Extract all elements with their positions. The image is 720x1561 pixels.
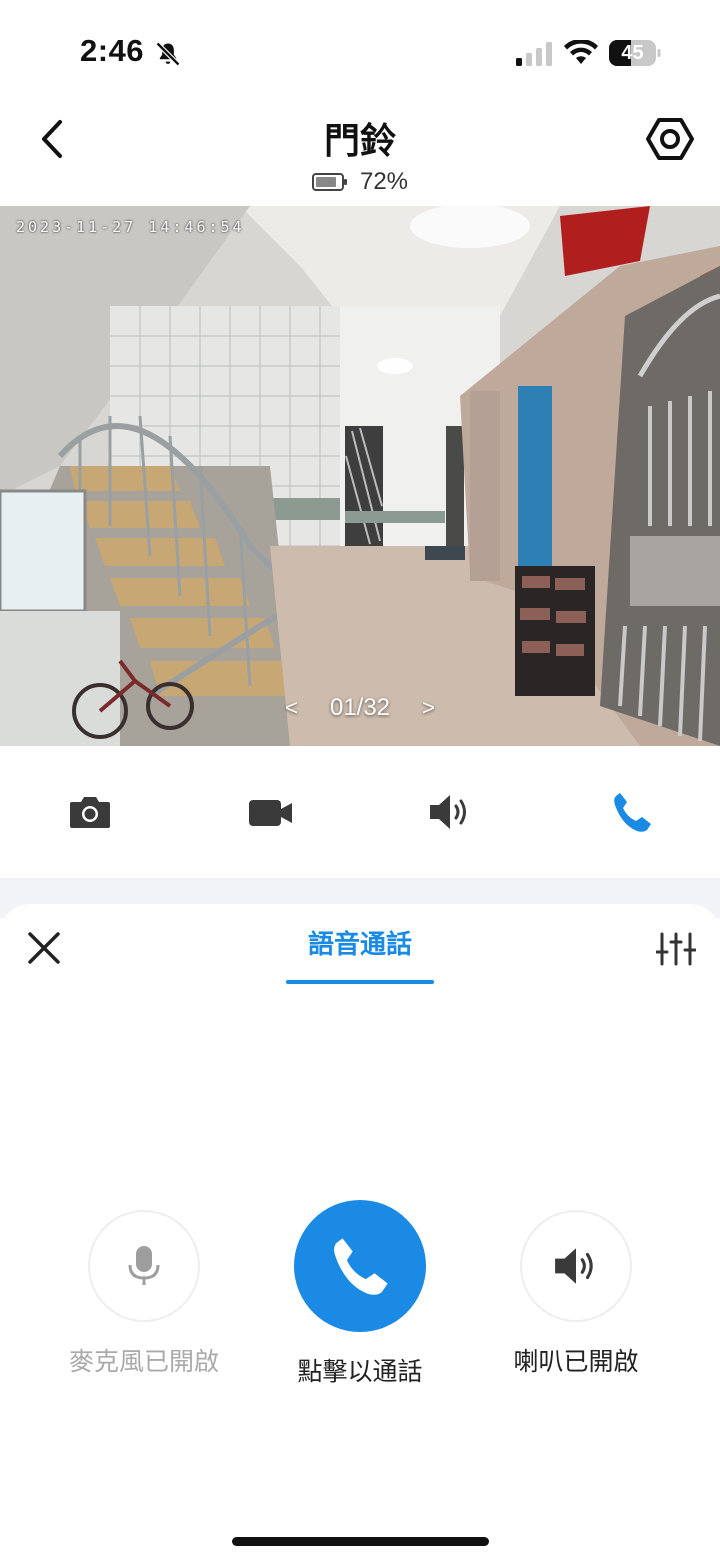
prev-clip-button[interactable]: <: [279, 695, 304, 721]
battery-level-text: 45: [621, 42, 644, 64]
talk-toggle[interactable]: 點擊以通話: [250, 1200, 470, 1388]
settings-gear-icon[interactable]: [646, 115, 694, 163]
speaker-button[interactable]: [520, 1210, 632, 1322]
microphone-icon: [128, 1246, 160, 1285]
wifi-icon: [564, 40, 598, 64]
camera-icon[interactable]: [68, 790, 112, 834]
speaker-status-label: 喇叭已開啟: [513, 1347, 639, 1376]
camera-snapshot-image: [0, 206, 720, 746]
camera-controls: [0, 746, 720, 878]
talk-button[interactable]: [294, 1200, 426, 1332]
phone-icon: [334, 1238, 388, 1295]
equalizer-icon[interactable]: [656, 930, 696, 968]
device-battery-percent: 72%: [359, 168, 409, 195]
bell-muted-icon: [155, 41, 181, 67]
clip-page-indicator: 01/32: [329, 694, 391, 721]
camera-feed[interactable]: 2023-11-27 14:46:54 < 01/32 >: [0, 206, 720, 746]
speaker-toggle[interactable]: 喇叭已開啟: [466, 1210, 686, 1378]
close-icon[interactable]: [26, 930, 62, 966]
battery-indicator: 45: [609, 40, 661, 66]
next-clip-button[interactable]: >: [416, 695, 441, 721]
page-title: 門鈴: [323, 121, 396, 162]
tab-underline: [286, 980, 434, 984]
video-icon[interactable]: [248, 790, 292, 834]
status-bar: 2:46 45: [0, 0, 720, 100]
cellular-signal-icon: [516, 42, 552, 66]
microphone-toggle[interactable]: 麥克風已開啟: [34, 1210, 254, 1378]
phone-icon[interactable]: [610, 790, 654, 834]
device-battery-icon: [311, 173, 347, 191]
speaker-icon: [555, 1248, 593, 1284]
microphone-button[interactable]: [88, 1210, 200, 1322]
talk-label: 點擊以通話: [297, 1357, 423, 1386]
camera-timestamp: 2023-11-27 14:46:54: [16, 218, 245, 236]
clip-pager: < 01/32 >: [0, 694, 720, 722]
home-indicator[interactable]: [232, 1537, 489, 1546]
voice-call-sheet: 語音通話 麥克風已開啟 點擊以通話 喇叭已開啟: [0, 904, 720, 1561]
microphone-status-label: 麥克風已開啟: [68, 1347, 219, 1376]
tab-voice-call[interactable]: 語音通話: [286, 924, 434, 961]
speaker-icon[interactable]: [428, 790, 472, 834]
status-time: 2:46: [80, 33, 145, 68]
device-battery-row: 72%: [0, 168, 720, 196]
